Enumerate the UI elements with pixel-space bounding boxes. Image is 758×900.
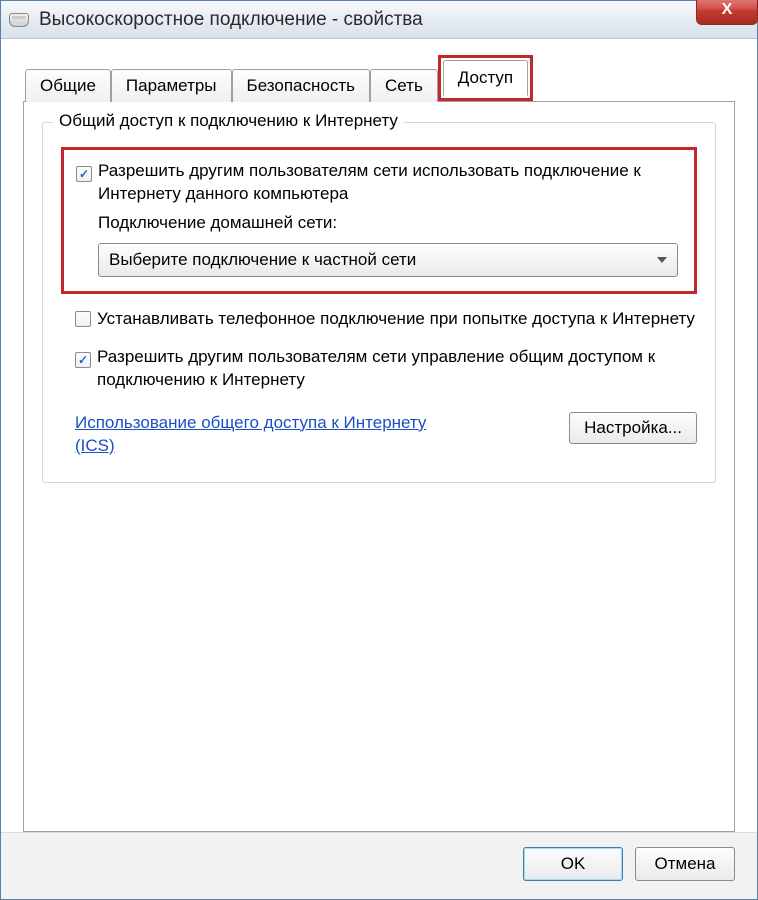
button-label: Настройка... (584, 418, 682, 438)
tab-label: Параметры (126, 76, 217, 95)
ok-button[interactable]: OK (523, 847, 623, 881)
close-icon: X (722, 1, 733, 19)
ics-link-row: Использование общего доступа к Интернету… (75, 412, 697, 458)
ics-groupbox: Общий доступ к подключению к Интернету Р… (42, 122, 716, 483)
home-network-combo[interactable]: Выберите подключение к частной сети (98, 243, 678, 277)
window-title: Высокоскоростное подключение - свойства (39, 9, 423, 31)
tab-options[interactable]: Параметры (111, 69, 232, 102)
tab-panel-access: Общий доступ к подключению к Интернету Р… (23, 101, 735, 832)
tab-label: Общие (40, 76, 96, 95)
tab-access-highlight: Доступ (438, 55, 533, 101)
properties-dialog: Высокоскоростное подключение - свойства … (0, 0, 758, 900)
tab-label: Безопасность (247, 76, 355, 95)
tab-label: Сеть (385, 76, 423, 95)
button-label: OK (561, 854, 586, 874)
ics-help-link[interactable]: Использование общего доступа к Интернету… (75, 412, 435, 458)
allow-share-row: Разрешить другим пользователям сети испо… (76, 160, 682, 206)
dial-on-demand-checkbox[interactable] (75, 311, 91, 327)
tab-network[interactable]: Сеть (370, 69, 438, 102)
settings-button[interactable]: Настройка... (569, 412, 697, 444)
allow-share-highlight: Разрешить другим пользователям сети испо… (61, 147, 697, 294)
allow-share-label: Разрешить другим пользователям сети испо… (98, 160, 682, 206)
dial-on-demand-row: Устанавливать телефонное подключение при… (75, 308, 697, 332)
close-button[interactable]: X (696, 0, 758, 25)
chevron-down-icon (657, 257, 667, 263)
tab-strip: Общие Параметры Безопасность Сеть Доступ (23, 55, 735, 101)
titlebar[interactable]: Высокоскоростное подключение - свойства … (1, 1, 757, 39)
tab-access[interactable]: Доступ (443, 60, 528, 96)
modem-icon (9, 13, 29, 27)
home-network-label: Подключение домашней сети: (98, 212, 682, 235)
combo-value: Выберите подключение к частной сети (109, 250, 416, 270)
dial-on-demand-label: Устанавливать телефонное подключение при… (97, 308, 697, 331)
tab-label: Доступ (458, 68, 513, 87)
cancel-button[interactable]: Отмена (635, 847, 735, 881)
tab-general[interactable]: Общие (25, 69, 111, 102)
tab-security[interactable]: Безопасность (232, 69, 370, 102)
allow-control-checkbox[interactable] (75, 352, 91, 368)
allow-control-label: Разрешить другим пользователям сети упра… (97, 346, 697, 392)
button-label: Отмена (655, 854, 716, 874)
dialog-footer: OK Отмена (1, 832, 757, 899)
client-area: Общие Параметры Безопасность Сеть Доступ… (1, 39, 757, 899)
groupbox-title: Общий доступ к подключению к Интернету (53, 111, 404, 131)
allow-share-checkbox[interactable] (76, 166, 92, 182)
allow-control-row: Разрешить другим пользователям сети упра… (75, 346, 697, 392)
